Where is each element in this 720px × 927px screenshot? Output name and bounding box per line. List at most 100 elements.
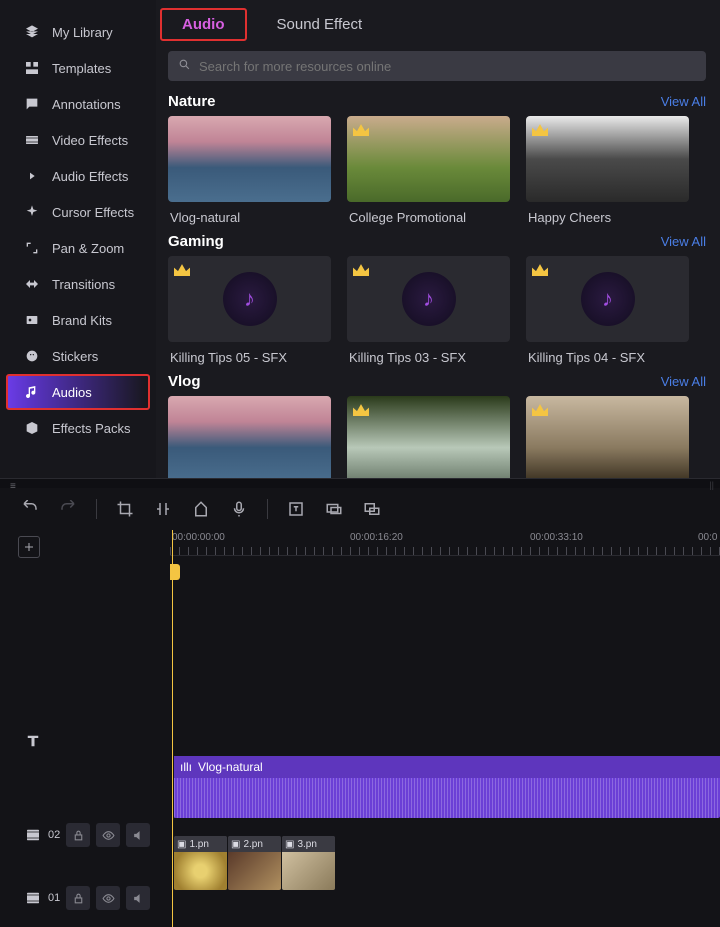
film-icon <box>24 826 42 844</box>
sidebar-label: Annotations <box>52 97 121 112</box>
redo-button[interactable] <box>58 499 78 519</box>
text-button[interactable] <box>286 499 306 519</box>
undo-button[interactable] <box>20 499 40 519</box>
card-killing-tips-05[interactable]: ♪ Killing Tips 05 - SFX <box>168 256 331 365</box>
sidebar-label: Cursor Effects <box>52 205 134 220</box>
card-label: Happy Cheers <box>526 202 689 225</box>
premium-icon <box>532 402 548 416</box>
thumbnail: ♪ <box>347 256 510 342</box>
content-panel: Audio Sound Effect Nature View All Vlog-… <box>156 0 720 478</box>
audio-clip[interactable]: ıllı Vlog-natural <box>174 756 720 818</box>
premium-icon <box>353 262 369 276</box>
sidebar-item-templates[interactable]: Templates <box>0 50 156 86</box>
clip-name: 2.pn <box>243 839 262 850</box>
clip-name: 1.pn <box>189 839 208 850</box>
visibility-button[interactable] <box>96 886 120 910</box>
section-vlog: Vlog View All <box>156 371 706 478</box>
ruler-mark: 00:00:33:10 <box>530 532 583 543</box>
search-input[interactable] <box>199 59 696 74</box>
timeline-panel: 02 01 00:00:00:00 00:00:16:20 00:00:33:1… <box>0 488 720 927</box>
sidebar-item-effects-packs[interactable]: Effects Packs <box>0 410 156 446</box>
layout-button[interactable] <box>362 499 382 519</box>
sidebar-item-cursor-effects[interactable]: Cursor Effects <box>0 194 156 230</box>
sidebar-item-pan-zoom[interactable]: Pan & Zoom <box>0 230 156 266</box>
timeline-toolbar <box>0 488 720 530</box>
thumbnail <box>168 396 331 478</box>
tabs: Audio Sound Effect <box>156 0 706 51</box>
voiceover-button[interactable] <box>229 499 249 519</box>
waveform-icon: ıllı <box>180 760 192 774</box>
sidebar-item-video-effects[interactable]: Video Effects <box>0 122 156 158</box>
sidebar-item-transitions[interactable]: Transitions <box>0 266 156 302</box>
card-vlog-1[interactable] <box>168 396 331 478</box>
mute-button[interactable] <box>126 823 150 847</box>
split-button[interactable] <box>153 499 173 519</box>
card-killing-tips-04[interactable]: ♪ Killing Tips 04 - SFX <box>526 256 689 365</box>
sidebar-label: Transitions <box>52 277 115 292</box>
clip-thumb <box>228 852 281 890</box>
card-label: Killing Tips 05 - SFX <box>168 342 331 365</box>
thumbnail <box>526 116 689 202</box>
ruler-mark: 00:00:16:20 <box>350 532 403 543</box>
sidebar-item-stickers[interactable]: Stickers <box>0 338 156 374</box>
sidebar-item-audio-effects[interactable]: Audio Effects <box>0 158 156 194</box>
card-killing-tips-03[interactable]: ♪ Killing Tips 03 - SFX <box>347 256 510 365</box>
track-header-panel: 02 01 <box>0 530 170 927</box>
tab-audio[interactable]: Audio <box>160 8 247 41</box>
image-icon: ▣ <box>177 839 186 850</box>
drag-handle-icon: || <box>709 480 714 490</box>
lock-button[interactable] <box>66 823 90 847</box>
sidebar: My Library Templates Annotations Video E… <box>0 0 156 478</box>
visibility-button[interactable] <box>96 823 120 847</box>
brand-icon <box>24 312 40 328</box>
premium-icon <box>532 262 548 276</box>
sidebar-item-annotations[interactable]: Annotations <box>0 86 156 122</box>
separator <box>267 499 268 519</box>
view-all-link[interactable]: View All <box>661 234 706 249</box>
view-all-link[interactable]: View All <box>661 94 706 109</box>
video-clip-1[interactable]: ▣1.pn <box>174 836 227 890</box>
thumbnail <box>526 396 689 478</box>
card-label: Killing Tips 03 - SFX <box>347 342 510 365</box>
panel-divider[interactable]: ≡ || <box>0 478 720 488</box>
sidebar-item-my-library[interactable]: My Library <box>0 14 156 50</box>
video-clip-3[interactable]: ▣3.pn <box>282 836 335 890</box>
card-college-promotional[interactable]: College Promotional <box>347 116 510 225</box>
view-all-link[interactable]: View All <box>661 374 706 389</box>
annotation-icon <box>24 96 40 112</box>
search-box[interactable] <box>168 51 706 81</box>
premium-icon <box>353 122 369 136</box>
crop-button[interactable] <box>115 499 135 519</box>
card-label: Vlog-natural <box>168 202 331 225</box>
track-number: 02 <box>48 829 60 841</box>
marker-button[interactable] <box>191 499 211 519</box>
video-clip-2[interactable]: ▣2.pn <box>228 836 281 890</box>
sidebar-label: Audio Effects <box>52 169 128 184</box>
clip-label: Vlog-natural <box>198 760 263 774</box>
card-happy-cheers[interactable]: Happy Cheers <box>526 116 689 225</box>
caption-button[interactable] <box>324 499 344 519</box>
add-track-button[interactable] <box>18 536 40 558</box>
card-vlog-3[interactable] <box>526 396 689 478</box>
music-icon <box>24 384 40 400</box>
card-vlog-natural[interactable]: Vlog-natural <box>168 116 331 225</box>
video-track-row: ▣1.pn ▣2.pn ▣3.pn <box>174 836 336 890</box>
sidebar-item-brand-kits[interactable]: Brand Kits <box>0 302 156 338</box>
clip-thumb <box>282 852 335 890</box>
clip-name: 3.pn <box>297 839 316 850</box>
timeline-tracks[interactable]: 00:00:00:00 00:00:16:20 00:00:33:10 00:0… <box>170 530 720 927</box>
playhead[interactable] <box>172 530 173 927</box>
mute-button[interactable] <box>126 886 150 910</box>
section-nature: Nature View All Vlog-natural College Pro… <box>156 91 706 225</box>
image-icon: ▣ <box>231 839 240 850</box>
sidebar-label: Brand Kits <box>52 313 112 328</box>
clip-thumb <box>174 852 227 890</box>
waveform <box>174 778 720 818</box>
card-vlog-2[interactable] <box>347 396 510 478</box>
sticker-icon <box>24 348 40 364</box>
tab-sound-effect[interactable]: Sound Effect <box>257 10 383 39</box>
time-ruler[interactable]: 00:00:00:00 00:00:16:20 00:00:33:10 00:0 <box>170 530 720 556</box>
sidebar-item-audios[interactable]: Audios <box>6 374 150 410</box>
lock-button[interactable] <box>66 886 90 910</box>
pan-zoom-icon <box>24 240 40 256</box>
